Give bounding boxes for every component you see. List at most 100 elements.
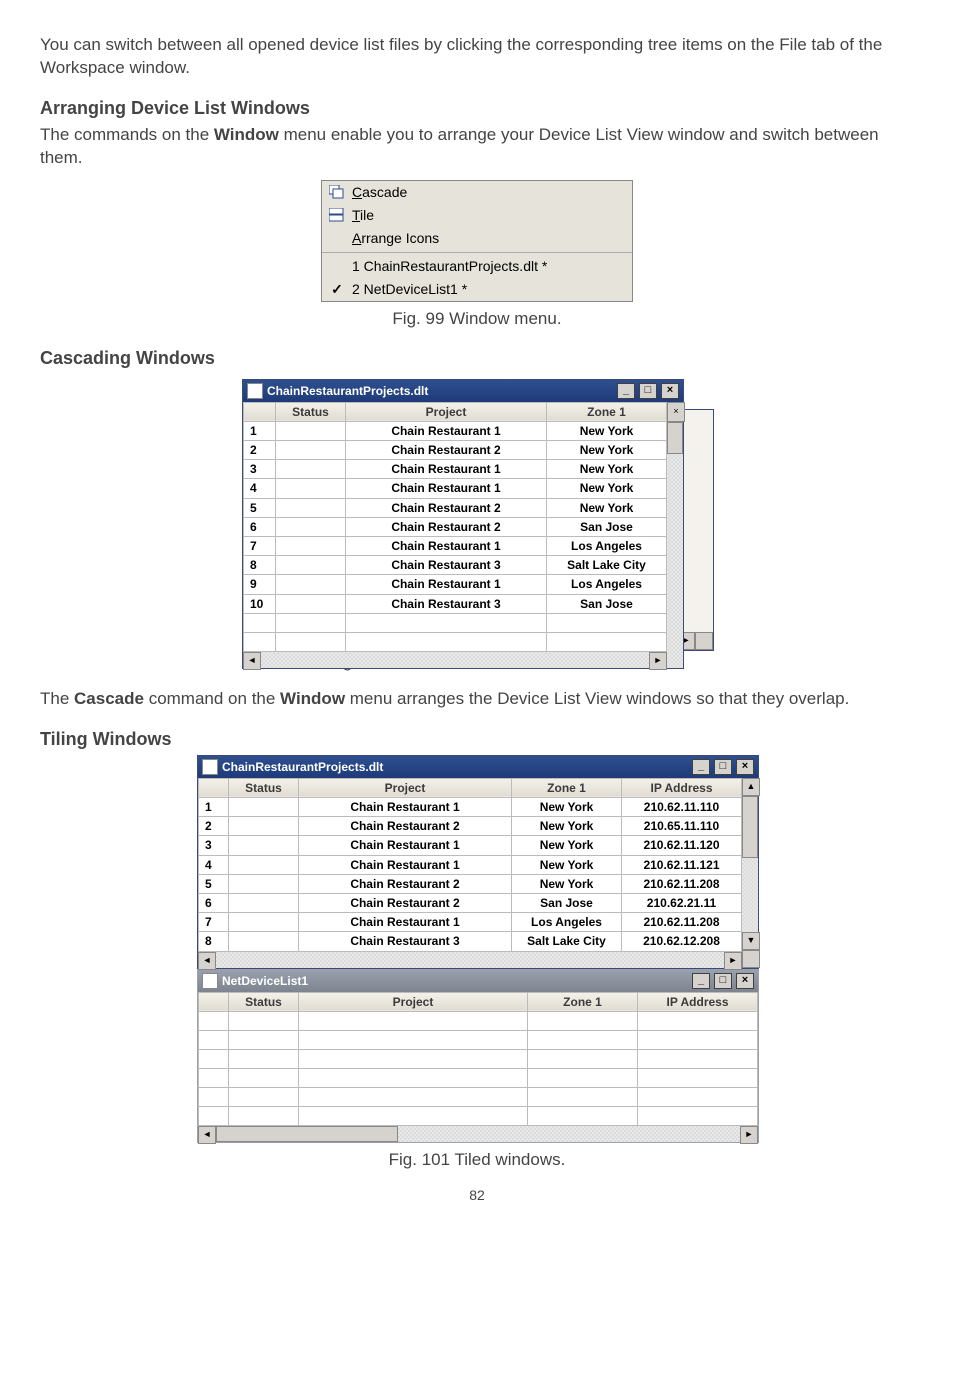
arranging-paragraph: The commands on the Window menu enable y… bbox=[40, 124, 914, 170]
close-button[interactable]: × bbox=[661, 383, 679, 399]
menu-item-window-2[interactable]: ✓ 2 NetDeviceList1 * bbox=[322, 278, 632, 301]
close-button[interactable]: × bbox=[736, 973, 754, 989]
table-row[interactable]: 7Chain Restaurant 1Los Angeles bbox=[244, 537, 667, 556]
close-inner-button[interactable]: × bbox=[667, 402, 685, 422]
h-scrollbar[interactable]: ◄ ► bbox=[198, 1126, 758, 1142]
scroll-right-icon[interactable]: ► bbox=[724, 952, 742, 970]
col-ip[interactable]: IP Address bbox=[622, 778, 742, 797]
col-project[interactable]: Project bbox=[299, 992, 528, 1011]
col-num[interactable] bbox=[199, 778, 229, 797]
col-project[interactable]: Project bbox=[346, 402, 547, 421]
table-row[interactable]: 4Chain Restaurant 1New York bbox=[244, 479, 667, 498]
window-title: ChainRestaurantProjects.dlt bbox=[267, 383, 428, 399]
menu-item-tile[interactable]: Tile bbox=[322, 204, 632, 227]
cell-status bbox=[276, 421, 346, 440]
titlebar[interactable]: ChainRestaurantProjects.dlt _ □ × bbox=[198, 756, 758, 778]
device-list-grid[interactable]: Status Project Zone 1 IP Address bbox=[198, 992, 758, 1126]
cell-status bbox=[276, 479, 346, 498]
minimize-button[interactable]: _ bbox=[617, 383, 635, 399]
table-row[interactable]: 10Chain Restaurant 3San Jose bbox=[244, 594, 667, 613]
cell-status bbox=[229, 798, 299, 817]
col-status[interactable]: Status bbox=[276, 402, 346, 421]
device-list-grid[interactable]: Status Project Zone 1 1 Chain Restaurant … bbox=[243, 402, 667, 652]
heading-cascading: Cascading Windows bbox=[40, 346, 914, 370]
col-ip[interactable]: IP Address bbox=[638, 992, 758, 1011]
col-zone[interactable]: Zone 1 bbox=[512, 778, 622, 797]
cell-status bbox=[276, 594, 346, 613]
table-row[interactable]: 9Chain Restaurant 1Los Angeles bbox=[244, 575, 667, 594]
scroll-left-icon[interactable]: ◄ bbox=[198, 1126, 216, 1144]
cell-zone: New York bbox=[512, 855, 622, 874]
cell-rownum: 1 bbox=[244, 421, 276, 440]
titlebar[interactable]: ChainRestaurantProjects.dlt _ □ × bbox=[243, 380, 683, 402]
blank-icon bbox=[328, 258, 346, 274]
table-row[interactable]: 8 Chain Restaurant 3Salt Lake City bbox=[244, 556, 667, 575]
scroll-down-icon[interactable]: ▼ bbox=[742, 932, 760, 950]
col-zone[interactable]: Zone 1 bbox=[528, 992, 638, 1011]
scroll-left-icon[interactable]: ◄ bbox=[198, 952, 216, 970]
h-scrollbar[interactable]: ◄ ► bbox=[198, 952, 742, 968]
col-status[interactable]: Status bbox=[229, 778, 299, 797]
table-row[interactable]: 1Chain Restaurant 1New York bbox=[244, 421, 667, 440]
table-row[interactable]: 7Chain Restaurant 1Los Angeles210.62.11.… bbox=[199, 913, 742, 932]
cell-ip: 210.62.11.121 bbox=[622, 855, 742, 874]
table-row[interactable]: 8Chain Restaurant 3Salt Lake City210.62.… bbox=[199, 932, 742, 951]
maximize-button[interactable]: □ bbox=[639, 383, 657, 399]
table-row[interactable]: 6Chain Restaurant 2San Jose210.62.21.11 bbox=[199, 894, 742, 913]
col-num[interactable] bbox=[244, 402, 276, 421]
menu-item-arrange-icons[interactable]: Arrange Icons bbox=[322, 227, 632, 250]
close-button[interactable]: × bbox=[736, 759, 754, 775]
cell-rownum: 9 bbox=[244, 575, 276, 594]
menu-item-cascade[interactable]: Cascade bbox=[322, 181, 632, 204]
titlebar[interactable]: NetDeviceList1 _ □ × bbox=[198, 970, 758, 992]
cell-zone: San Jose bbox=[547, 594, 667, 613]
cell-zone: Salt Lake City bbox=[547, 556, 667, 575]
cell-ip: 210.62.11.110 bbox=[622, 798, 742, 817]
col-zone[interactable]: Zone 1 bbox=[547, 402, 667, 421]
maximize-button[interactable]: □ bbox=[714, 759, 732, 775]
scroll-right-icon[interactable]: ► bbox=[649, 652, 667, 670]
table-row[interactable]: 6Chain Restaurant 2San Jose bbox=[244, 517, 667, 536]
minimize-button[interactable]: _ bbox=[692, 759, 710, 775]
table-row[interactable]: 5Chain Restaurant 2New York bbox=[244, 498, 667, 517]
cell-project: Chain Restaurant 1 bbox=[346, 421, 547, 440]
scroll-up-icon[interactable]: ▲ bbox=[742, 778, 760, 796]
table-row[interactable]: 2Chain Restaurant 2New York bbox=[244, 441, 667, 460]
table-row[interactable]: 2Chain Restaurant 2New York210.65.11.110 bbox=[199, 817, 742, 836]
col-status[interactable]: Status bbox=[229, 992, 299, 1011]
grid-empty-row bbox=[244, 613, 667, 632]
col-num[interactable] bbox=[199, 992, 229, 1011]
scroll-left-icon[interactable]: ◄ bbox=[243, 652, 261, 670]
cell-status bbox=[276, 460, 346, 479]
cell-rownum: 5 bbox=[199, 874, 229, 893]
cell-project: Chain Restaurant 3 bbox=[346, 556, 547, 575]
text: menu arranges the Device List View windo… bbox=[345, 689, 849, 708]
table-row[interactable]: 3Chain Restaurant 1New York210.62.11.120 bbox=[199, 836, 742, 855]
cell-zone: Salt Lake City bbox=[512, 932, 622, 951]
v-scrollbar[interactable]: × bbox=[667, 402, 683, 668]
resize-grip-icon[interactable] bbox=[742, 950, 760, 968]
resize-grip-icon[interactable] bbox=[695, 632, 713, 650]
cell-project: Chain Restaurant 2 bbox=[299, 817, 512, 836]
menu-item-window-1[interactable]: 1 ChainRestaurantProjects.dlt * bbox=[322, 255, 632, 278]
grid-empty-row bbox=[199, 1011, 758, 1030]
maximize-button[interactable]: □ bbox=[714, 973, 732, 989]
table-row[interactable]: 5Chain Restaurant 2New York210.62.11.208 bbox=[199, 874, 742, 893]
menu-label: Arrange Icons bbox=[352, 229, 439, 248]
table-row[interactable]: 4Chain Restaurant 1New York210.62.11.121 bbox=[199, 855, 742, 874]
tiled-window-1: ChainRestaurantProjects.dlt _ □ × Status… bbox=[197, 755, 759, 969]
device-list-grid[interactable]: Status Project Zone 1 IP Address 1Chain … bbox=[198, 778, 742, 952]
cell-status bbox=[229, 894, 299, 913]
cell-project: Chain Restaurant 3 bbox=[299, 932, 512, 951]
minimize-button[interactable]: _ bbox=[692, 973, 710, 989]
text: Cascade bbox=[74, 689, 144, 708]
v-scrollbar[interactable]: ▲ ▼ bbox=[742, 778, 758, 968]
cell-rownum: 8 bbox=[244, 556, 276, 575]
table-row[interactable]: 3Chain Restaurant 1New York bbox=[244, 460, 667, 479]
table-row[interactable]: 1Chain Restaurant 1New York210.62.11.110 bbox=[199, 798, 742, 817]
h-scrollbar[interactable]: ◄ ► bbox=[243, 652, 667, 668]
col-project[interactable]: Project bbox=[299, 778, 512, 797]
cell-rownum: 2 bbox=[244, 441, 276, 460]
scroll-right-icon[interactable]: ► bbox=[740, 1126, 758, 1144]
window-title: NetDeviceList1 bbox=[222, 973, 308, 989]
